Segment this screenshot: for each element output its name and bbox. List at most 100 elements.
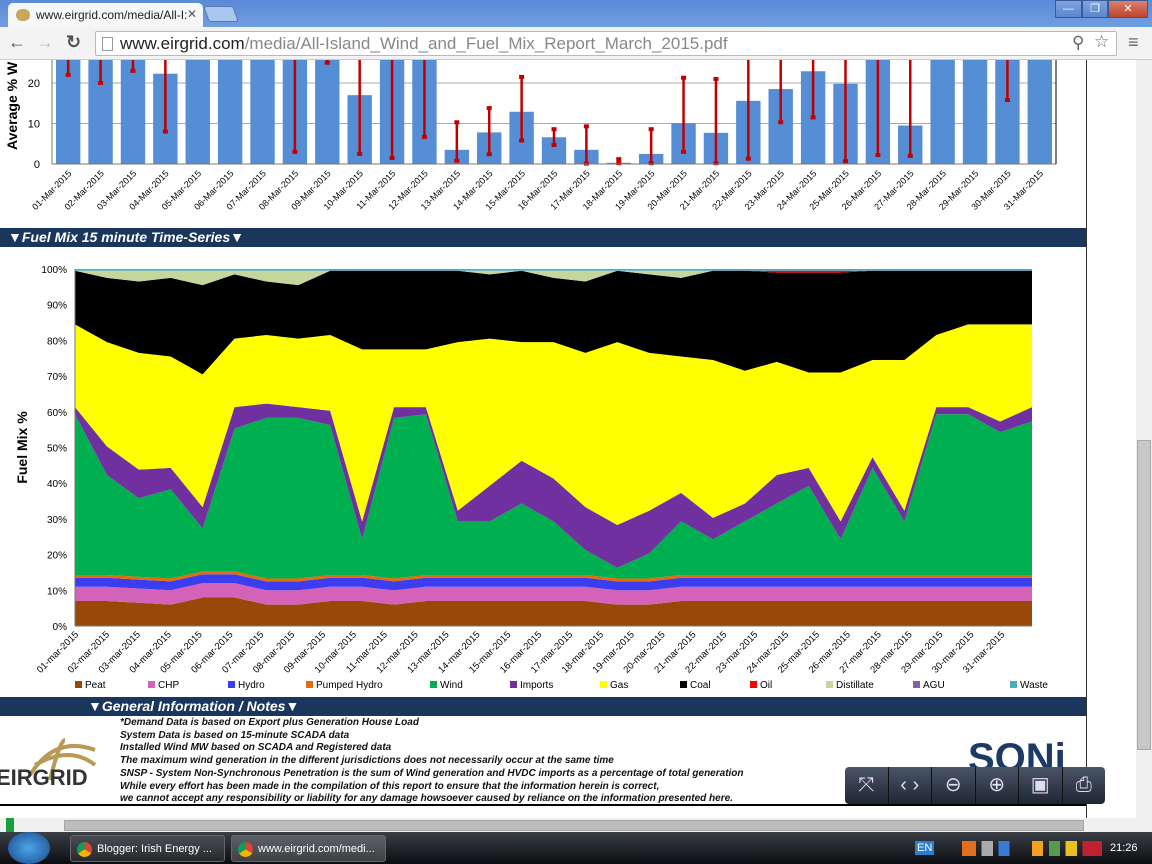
legend-label: Gas — [610, 680, 628, 691]
back-icon[interactable]: ← — [8, 32, 26, 53]
legend-swatch — [680, 681, 687, 688]
note-line: The maximum wind generation in the diffe… — [120, 755, 614, 767]
y-tick-label: 10% — [47, 586, 67, 597]
chrome-icon — [77, 842, 92, 857]
error-cap — [98, 81, 104, 85]
fit-width-icon[interactable]: ‹ › — [889, 767, 932, 804]
close-tab-icon[interactable]: ✕ — [187, 7, 197, 21]
legend-label: Oil — [760, 680, 772, 691]
fuel-mix-area-chart: 0% 10% 20% 30% 40% 50% 60% 70% 80% 90% 100% Fuel Mi… — [14, 265, 1048, 691]
error-cap — [713, 76, 719, 81]
horizontal-scroll-thumb[interactable] — [64, 820, 1084, 831]
bookmark-star-icon[interactable]: ☆ — [1094, 32, 1109, 52]
eirgrid-favicon — [16, 9, 30, 21]
tab-title: www.eirgrid.com/media/All-I: — [36, 8, 188, 22]
legend-label: AGU — [923, 680, 945, 691]
taskbar-item-label: www.eirgrid.com/medi... — [258, 843, 375, 855]
error-cap — [551, 127, 557, 132]
error-cap — [842, 159, 848, 164]
print-icon[interactable]: ⎙ — [1063, 767, 1106, 804]
error-cap — [875, 153, 881, 158]
error-cap — [486, 106, 492, 111]
save-icon[interactable]: ▣ — [1019, 767, 1063, 804]
area-peat — [75, 597, 1032, 626]
error-cap — [681, 149, 687, 154]
error-cap — [1004, 98, 1010, 103]
error-cap — [551, 142, 557, 147]
bar — [120, 60, 146, 164]
error-cap — [421, 134, 427, 139]
error-cap — [292, 149, 298, 154]
search-icon[interactable]: ⚲ — [1072, 33, 1084, 53]
taskbar-item-blogger[interactable]: Blogger: Irish Energy ... — [70, 835, 225, 862]
y-tick-label: 20 — [28, 78, 40, 90]
note-line: Installed Wind MW based on SCADA and Reg… — [120, 742, 392, 754]
minimize-button[interactable]: — — [1055, 0, 1082, 18]
error-cap — [519, 138, 525, 143]
page-border — [0, 804, 1086, 806]
legend-swatch — [913, 681, 920, 688]
forward-icon[interactable]: → — [36, 32, 54, 53]
y-tick-label: 30% — [47, 515, 67, 526]
eirgrid-logo-text: EIRGRID — [0, 765, 88, 790]
note-line: While every effort has been made in the … — [120, 780, 660, 792]
error-cap — [65, 72, 71, 77]
menu-icon[interactable]: ≡ — [1128, 32, 1139, 53]
windows-taskbar: Blogger: Irish Energy ... www.eirgrid.co… — [0, 832, 1152, 864]
browser-toolbar: ← → ↻ www.eirgrid.com/media/All-Island_W… — [0, 27, 1152, 60]
y-tick-label: 80% — [47, 336, 67, 347]
reload-icon[interactable]: ↻ — [66, 32, 81, 53]
legend-swatch — [228, 681, 235, 688]
legend-swatch — [826, 681, 833, 688]
bar — [1027, 60, 1052, 164]
error-cap — [486, 152, 492, 157]
pdf-toolbar: ⤧ ‹ › ⊖ ⊕ ▣ ⎙ — [845, 767, 1105, 804]
restore-button[interactable]: ❐ — [1082, 0, 1108, 18]
bar — [962, 60, 988, 164]
area-waste — [75, 269, 1032, 271]
legend-label: Wind — [440, 680, 463, 691]
legend-swatch — [430, 681, 437, 688]
legend-label: Hydro — [238, 680, 265, 691]
legend-swatch — [148, 681, 155, 688]
y-tick-label: 60% — [47, 408, 67, 419]
taskbar-item-eirgrid[interactable]: www.eirgrid.com/medi... — [231, 835, 386, 862]
legend-label: Distillate — [836, 680, 874, 691]
note-line: System Data is based on 15-minute SCADA … — [120, 729, 350, 741]
clock[interactable]: 21:26 — [1110, 842, 1138, 854]
address-bar[interactable]: www.eirgrid.com/media/All-Island_Wind_an… — [95, 31, 1117, 56]
close-window-button[interactable]: ✕ — [1108, 0, 1148, 18]
error-cap — [583, 124, 589, 129]
system-tray-icons[interactable] — [962, 841, 1102, 856]
fit-page-icon[interactable]: ⤧ — [845, 767, 889, 804]
error-cap — [648, 127, 654, 132]
error-cap — [907, 153, 913, 158]
fuel-mix-section-header: ▼Fuel Mix 15 minute Time-Series▼ — [0, 228, 1086, 247]
tab-eirgrid-pdf[interactable]: www.eirgrid.com/media/All-I: ✕ — [8, 3, 203, 27]
vertical-scroll-thumb[interactable] — [1137, 440, 1151, 750]
error-cap — [616, 157, 622, 162]
chrome-icon — [238, 842, 253, 857]
pdf-viewer: 0 10 20 Average % W 01-Mar-2015 02-Mar-2015 03… — [0, 60, 1136, 818]
language-indicator[interactable]: EN — [915, 841, 935, 855]
bar — [250, 60, 275, 164]
notes-text: *Demand Data is based on Export plus Gen… — [120, 717, 744, 806]
tab-strip: www.eirgrid.com/media/All-I: ✕ — ❐ ✕ — [0, 0, 1152, 27]
legend-label: CHP — [158, 680, 179, 691]
y-tick-label: 10 — [28, 119, 40, 131]
bar — [185, 60, 210, 164]
error-cap — [454, 120, 460, 125]
taskbar-item-label: Blogger: Irish Energy ... — [97, 843, 212, 855]
page-edge — [1086, 60, 1087, 818]
error-cap — [810, 115, 816, 120]
legend-swatch — [306, 681, 313, 688]
notes-section-header: ▼General Information / Notes▼ — [0, 697, 1086, 716]
error-cap — [324, 60, 330, 65]
url-path: /media/All-Island_Wind_and_Fuel_Mix_Repo… — [244, 34, 728, 53]
new-tab-button[interactable] — [203, 6, 239, 22]
error-cap — [778, 120, 784, 125]
start-button[interactable] — [8, 832, 50, 864]
zoom-in-icon[interactable]: ⊕ — [976, 767, 1019, 804]
zoom-out-icon[interactable]: ⊖ — [932, 767, 976, 804]
error-cap — [130, 68, 136, 73]
